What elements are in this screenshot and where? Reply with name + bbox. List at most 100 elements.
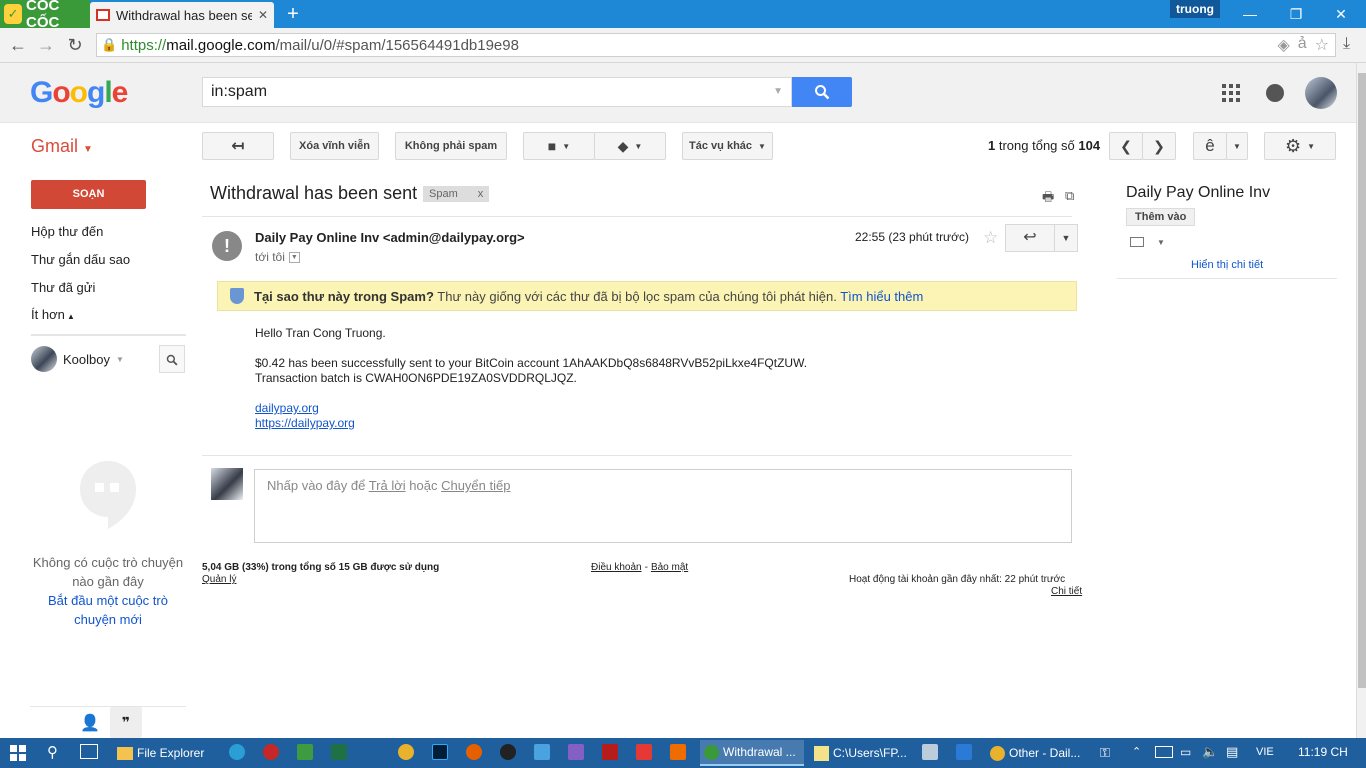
account-avatar[interactable]: [1305, 77, 1337, 109]
clock[interactable]: 11:19 CH: [1298, 745, 1348, 759]
tab-gmail[interactable]: Withdrawal has been sent ✕: [90, 2, 274, 28]
bookmark-star-icon[interactable]: ☆: [1315, 35, 1329, 55]
spam-label-chip[interactable]: Spam x: [423, 186, 490, 202]
search-options-caret-icon[interactable]: ▼: [773, 86, 783, 97]
tray-expand-icon[interactable]: ⌃: [1132, 745, 1141, 758]
action-center-icon[interactable]: ▤: [1226, 744, 1238, 760]
app-icon[interactable]: [922, 744, 938, 760]
app-icon[interactable]: [500, 744, 516, 760]
more-actions-button[interactable]: Tác vụ khác ▼: [682, 132, 773, 160]
compose-button[interactable]: SOẠN: [31, 180, 146, 209]
input-tools-dropdown[interactable]: ▼: [1226, 132, 1248, 160]
chat-user-status[interactable]: Koolboy ▼: [31, 346, 124, 372]
chrome-icon[interactable]: [398, 744, 414, 760]
sender-name[interactable]: Daily Pay Online Inv <admin@dailypay.org…: [255, 230, 525, 245]
settings-button[interactable]: ⚙ ▼: [1264, 132, 1336, 160]
firefox-icon[interactable]: [466, 744, 482, 760]
tray-icon[interactable]: ⚿: [1100, 745, 1110, 761]
app-icon[interactable]: [670, 744, 686, 760]
gmail-app-menu[interactable]: Gmail ▼: [31, 136, 93, 157]
page-scrollbar[interactable]: [1356, 63, 1366, 738]
minimize-icon[interactable]: —: [1227, 0, 1273, 28]
task-view-icon[interactable]: [80, 744, 98, 759]
show-details-link[interactable]: Hiển thị chi tiết: [1191, 259, 1263, 271]
notifications-bell-icon[interactable]: [1266, 84, 1284, 102]
reload-icon[interactable]: ↻: [64, 34, 86, 56]
restore-icon[interactable]: ❐: [1273, 0, 1319, 28]
new-tab-icon[interactable]: +: [283, 4, 303, 24]
sidebar-item-inbox[interactable]: Hộp thư đến: [31, 224, 103, 239]
search-icon[interactable]: ⚲: [47, 743, 58, 761]
app-icon[interactable]: [263, 744, 279, 760]
battery-icon[interactable]: [1155, 746, 1173, 758]
search-button[interactable]: [792, 77, 852, 107]
taskbar-path[interactable]: C:\Users\FP...: [810, 740, 914, 766]
forward-icon[interactable]: →: [35, 34, 57, 56]
volume-icon[interactable]: 🔈: [1202, 744, 1218, 760]
google-logo[interactable]: Google: [30, 76, 128, 110]
back-icon[interactable]: ←: [7, 34, 29, 56]
add-contact-button[interactable]: Thêm vào: [1126, 208, 1196, 226]
details-dropdown-icon[interactable]: ▼: [288, 251, 300, 263]
quick-reply-box[interactable]: Nhấp vào đây để Trả lời hoặc Chuyển tiếp: [254, 469, 1072, 543]
apps-grid-icon[interactable]: [1222, 84, 1240, 102]
input-tools-button[interactable]: ê: [1193, 132, 1227, 160]
reply-button[interactable]: ↩: [1005, 224, 1055, 252]
learn-more-link[interactable]: Tìm hiểu thêm: [840, 289, 923, 304]
labels-button[interactable]: ◆ ▼: [594, 132, 666, 160]
older-button[interactable]: ❯: [1142, 132, 1176, 160]
taskbar-other[interactable]: Other - Dail...: [986, 740, 1086, 766]
forward-link[interactable]: Chuyển tiếp: [441, 478, 510, 493]
app-icon[interactable]: [636, 744, 652, 760]
chat-search-button[interactable]: [159, 345, 185, 373]
activity-details-link[interactable]: Chi tiết: [1051, 586, 1082, 597]
url-input[interactable]: 🔒 https:// mail.google.com /mail/u/0/#sp…: [96, 33, 1336, 57]
terms-link[interactable]: Điều khoản: [591, 562, 642, 573]
print-icon[interactable]: 🖶: [1042, 188, 1056, 204]
windows-start-icon[interactable]: [10, 745, 26, 761]
privacy-link[interactable]: Bảo mật: [651, 562, 688, 573]
newer-button[interactable]: ❮: [1109, 132, 1143, 160]
sidebar-item-sent[interactable]: Thư đã gửi: [31, 280, 95, 295]
browser-user-badge[interactable]: truong: [1170, 0, 1220, 18]
hangouts-tab-icon[interactable]: ❞: [110, 707, 142, 738]
new-window-icon[interactable]: ⧉: [1065, 188, 1079, 203]
language-indicator[interactable]: VIE: [1256, 746, 1274, 758]
star-icon[interactable]: ☆: [983, 228, 998, 248]
back-to-spam-button[interactable]: ↤: [202, 132, 274, 160]
taskbar-withdrawal[interactable]: Withdrawal ...: [700, 740, 804, 766]
delete-forever-button[interactable]: Xóa vĩnh viễn: [290, 132, 379, 160]
photoshop-icon[interactable]: [432, 744, 448, 760]
translate-icon[interactable]: ả: [1298, 35, 1307, 55]
app-icon[interactable]: [602, 744, 618, 760]
download-icon[interactable]: ⤓: [1343, 35, 1350, 53]
manage-storage-link[interactable]: Quản lý: [202, 574, 236, 585]
taskbar-file-explorer[interactable]: File Explorer: [113, 740, 208, 766]
not-spam-button[interactable]: Không phải spam: [395, 132, 507, 160]
extension-icon[interactable]: ◈: [1277, 35, 1289, 55]
network-icon[interactable]: ▭: [1180, 745, 1191, 759]
excel-icon[interactable]: [331, 744, 347, 760]
body-link-2[interactable]: https://dailypay.org: [255, 416, 355, 430]
sidebar-item-starred[interactable]: Thư gắn dấu sao: [31, 252, 130, 267]
remove-label-icon[interactable]: x: [478, 186, 484, 202]
sidebar-item-less[interactable]: Ít hơn ▲: [31, 307, 75, 322]
close-tab-icon[interactable]: ✕: [258, 8, 268, 22]
search-input[interactable]: in:spam ▼: [202, 77, 792, 107]
recipient-line[interactable]: tới tôi ▼: [255, 250, 300, 264]
move-to-button[interactable]: ■ ▼: [523, 132, 595, 160]
app-icon[interactable]: [956, 744, 972, 760]
app-icon[interactable]: [534, 744, 550, 760]
person-icon[interactable]: 👤: [80, 713, 100, 732]
visual-studio-icon[interactable]: [568, 744, 584, 760]
close-window-icon[interactable]: ✕: [1318, 0, 1364, 28]
coccoc-logo[interactable]: ✓ CỐC CỐC: [0, 0, 90, 31]
start-chat-link[interactable]: Bắt đầu một cuộc trò chuyện mới: [30, 591, 186, 629]
scrollbar-thumb[interactable]: [1358, 73, 1366, 688]
more-options-button[interactable]: ▼: [1054, 224, 1078, 252]
chevron-down-icon[interactable]: ▼: [1157, 238, 1165, 247]
body-link-1[interactable]: dailypay.org: [255, 401, 319, 415]
camtasia-icon[interactable]: [297, 744, 313, 760]
app-icon[interactable]: [229, 744, 245, 760]
mail-icon[interactable]: [1130, 237, 1144, 247]
